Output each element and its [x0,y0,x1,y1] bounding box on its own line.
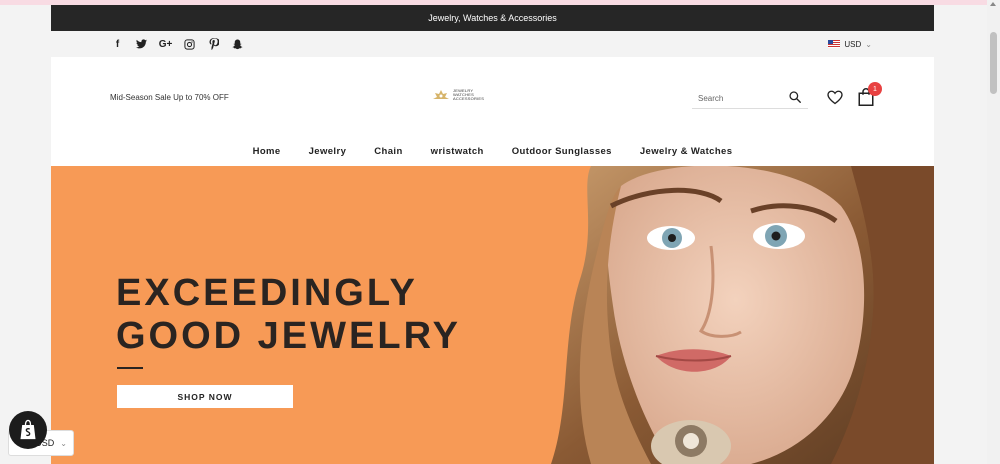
promo-text: Mid-Season Sale Up to 70% OFF [110,93,229,102]
snapchat-icon[interactable] [231,38,244,51]
currency-code: USD [844,39,862,49]
nav-item-outdoor-sunglasses[interactable]: Outdoor Sunglasses [512,146,612,157]
social-links: f G+ [111,31,244,57]
logo-mark-icon [433,90,449,99]
us-flag-icon [828,40,841,48]
nav-item-wristwatch[interactable]: wristwatch [431,146,484,157]
nav-item-jewelry[interactable]: Jewelry [309,146,347,157]
instagram-icon[interactable] [183,38,196,51]
shopify-bag-icon[interactable] [9,411,47,449]
site-header: Mid-Season Sale Up to 70% OFF JEWELRY WA… [51,57,934,166]
currency-selector[interactable]: USD ⌄ [828,31,872,57]
main-nav: Home Jewelry Chain wristwatch Outdoor Su… [51,139,934,163]
site-logo[interactable]: JEWELRY WATCHES ACCESSORIES [432,89,484,101]
logo-text: JEWELRY WATCHES ACCESSORIES [453,88,485,101]
facebook-icon[interactable]: f [111,38,124,51]
pinterest-icon[interactable] [207,38,220,51]
search-icon[interactable] [788,90,802,104]
nav-item-chain[interactable]: Chain [374,146,402,157]
search-box [692,86,808,109]
page-scrollbar[interactable] [987,0,1000,464]
hero-headline: EXCEEDINGLY GOOD JEWELRY [116,272,461,358]
shop-now-button[interactable]: SHOP NOW [117,385,293,408]
twitter-icon[interactable] [135,38,148,51]
announcement-bar: Jewelry, Watches & Accessories [51,5,934,31]
scrollbar-thumb[interactable] [990,32,997,94]
hero-divider [117,367,143,369]
hero-headline-line-1: EXCEEDINGLY [116,272,418,314]
chevron-down-icon: ⌄ [865,39,872,49]
nav-item-home[interactable]: Home [253,146,281,157]
scroll-up-arrow-icon[interactable] [990,2,996,6]
chevron-down-icon: ⌄ [60,438,67,448]
utility-bar: f G+ USD ⌄ [51,31,934,57]
nav-item-jewelry-watches[interactable]: Jewelry & Watches [640,146,733,157]
cart-count-badge: 1 [868,82,882,96]
wishlist-heart-icon[interactable] [827,90,843,105]
hero-headline-line-2: GOOD JEWELRY [116,315,461,357]
announcement-text: Jewelry, Watches & Accessories [428,13,557,23]
hero-banner: EXCEEDINGLY GOOD JEWELRY SHOP NOW [51,166,934,464]
google-plus-icon[interactable]: G+ [159,38,173,51]
search-input[interactable] [696,89,788,107]
hero-model-photo [551,166,934,464]
